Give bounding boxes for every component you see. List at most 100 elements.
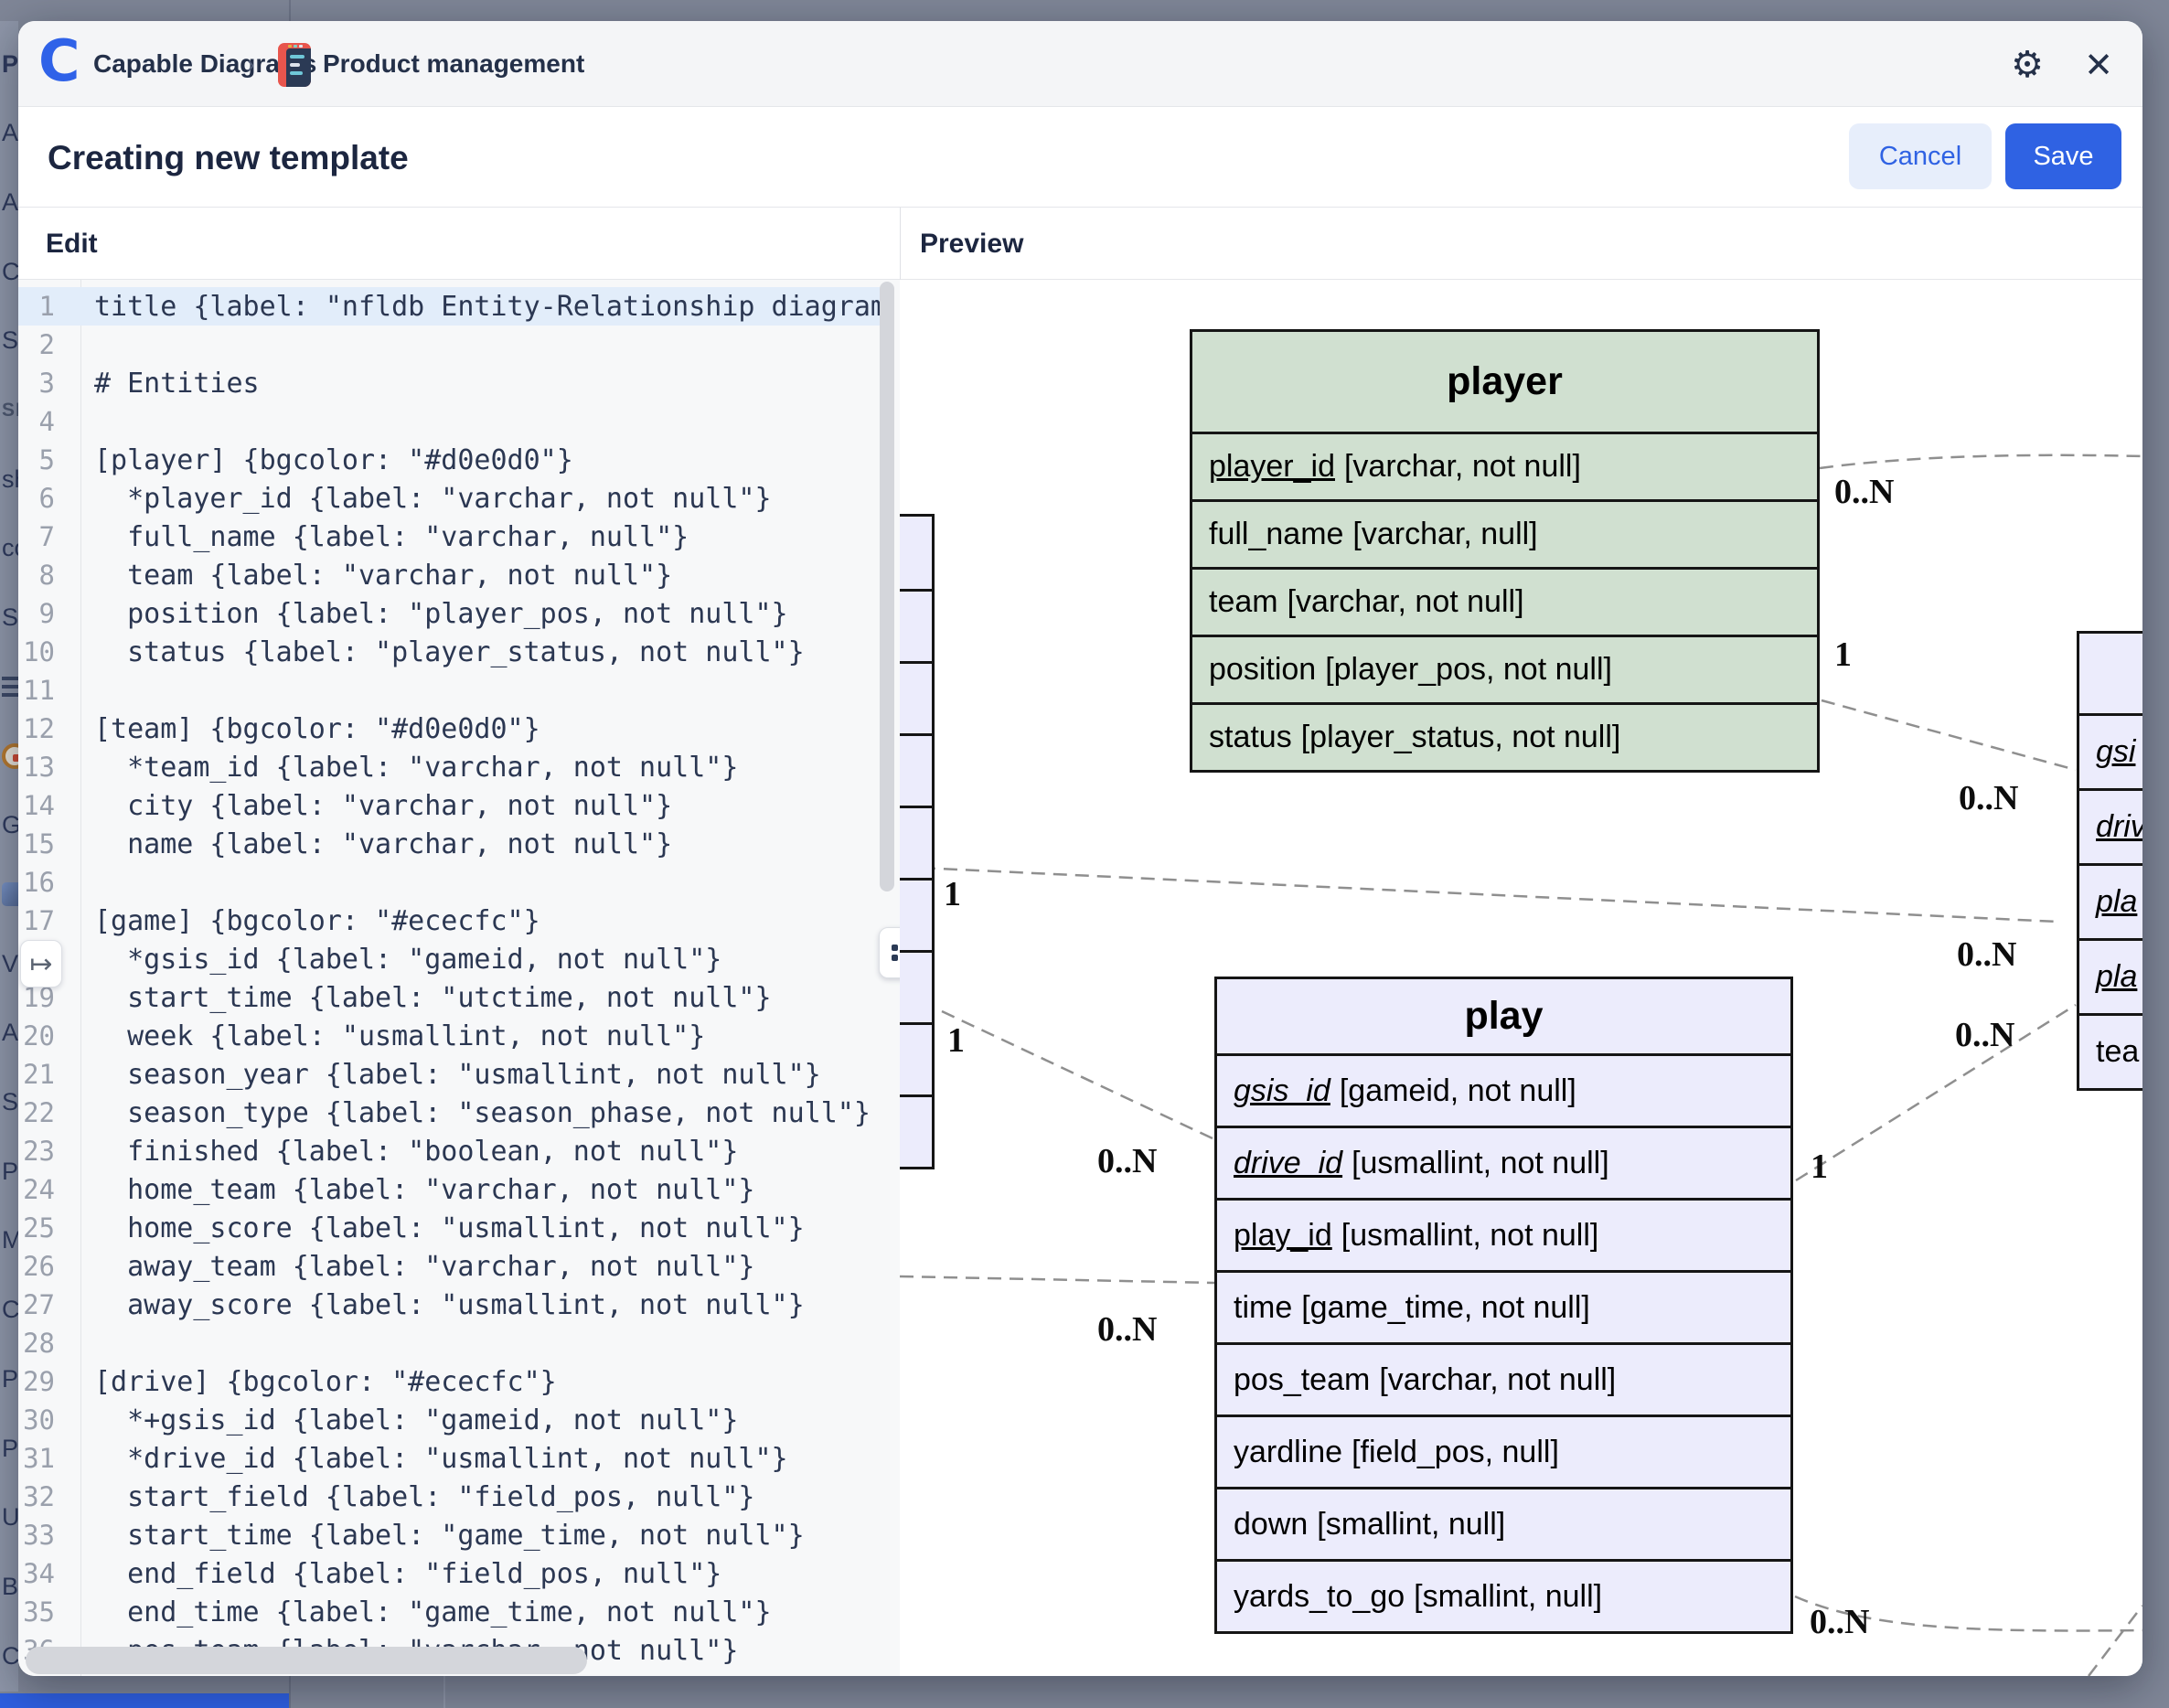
line-text: *drive_id {label: "usmallint, not null"} (94, 1443, 788, 1475)
menu-lines-icon[interactable] (2, 667, 18, 706)
background-nav-item[interactable]: SH (2, 391, 18, 430)
line-number: 20 (18, 1020, 55, 1051)
close-icon[interactable]: ✕ (2076, 42, 2121, 88)
background-nav-item[interactable]: An (2, 1014, 18, 1052)
save-button[interactable]: Save (2005, 123, 2121, 189)
code-line: 29[drive] {bgcolor: "#ececfc"} (18, 1362, 883, 1401)
entity-row (900, 661, 932, 733)
image-icon[interactable] (2, 875, 18, 913)
field-type: [game_time, not null] (1301, 1290, 1590, 1326)
entity-row (900, 878, 932, 950)
relation-line-play-righttable (1796, 1005, 2076, 1180)
background-nav-item[interactable]: M (2, 1222, 18, 1260)
breadcrumb-page[interactable]: Product management (323, 21, 584, 107)
background-nav-item[interactable]: Pr (2, 1360, 18, 1398)
line-text: away_score {label: "usmallint, not null"… (94, 1289, 805, 1321)
cardinality-label: 1 (947, 1020, 965, 1061)
product-management-icon (278, 43, 311, 87)
entity-row (900, 1022, 932, 1094)
field-name: team (1209, 584, 1278, 620)
compass-icon[interactable] (2, 737, 18, 775)
cardinality-label: 1 (1834, 635, 1852, 675)
background-nav-item[interactable]: Co (2, 252, 18, 291)
line-number: 5 (18, 444, 55, 475)
background-nav-item[interactable]: sho (2, 460, 18, 498)
code-line: 7 full_name {label: "varchar, null"} (18, 518, 883, 556)
entity-row (900, 950, 932, 1022)
line-text: home_score {label: "usmallint, not null"… (94, 1212, 805, 1244)
background-nav-item[interactable]: Pr (2, 1429, 18, 1468)
line-number: 26 (18, 1251, 55, 1282)
line-number: 34 (18, 1558, 55, 1589)
field-type: [varchar, not null] (1344, 449, 1581, 485)
background-nav-item[interactable]: By (2, 1567, 18, 1606)
background-nav-item[interactable]: Pr (2, 1152, 18, 1190)
code-line: 30 *+gsis_id {label: "gameid, not null"} (18, 1401, 883, 1439)
code-line: 26 away_team {label: "varchar, not null"… (18, 1247, 883, 1286)
background-nav-item[interactable]: Sp (2, 322, 18, 360)
background-nav-item[interactable]: Ar (2, 183, 18, 221)
background-nav-item[interactable]: Se (2, 1084, 18, 1122)
field-name: player_id (1209, 449, 1335, 485)
editor-horizontal-scrollbar[interactable] (26, 1647, 587, 1674)
field-name: yards_to_go (1234, 1579, 1405, 1615)
code-line: 23 finished {label: "boolean, not null"} (18, 1132, 883, 1170)
diagram-preview: 0..N 1 0..N 1 0..N 1 0..N 0..N 1 0..N 0.… (900, 280, 2142, 1676)
screen: Pr Al Ar Co Sp SH sho co Se Ge Vi An Se Pr M Cl Pr Pr Ul By… (0, 0, 2169, 1708)
settings-gear-icon[interactable]: ⚙ (2004, 42, 2050, 88)
line-number: 27 (18, 1289, 55, 1320)
cardinality-label: 0..N (1957, 934, 2016, 975)
editor-vertical-scrollbar[interactable] (880, 282, 894, 891)
code-line: 19 start_time {label: "utctime, not null… (18, 978, 883, 1017)
entity-row: play_id[usmallint, not null] (1217, 1198, 1790, 1270)
entity-row (900, 733, 932, 806)
code-line: 17[game] {bgcolor: "#ececfc"} (18, 902, 883, 940)
code-line: 6 *player_id {label: "varchar, not null"… (18, 479, 883, 518)
code-lines: 1title {label: "nfldb Entity-Relationshi… (18, 287, 900, 1670)
template-code-editor[interactable]: 1title {label: "nfldb Entity-Relationshi… (18, 280, 900, 1676)
line-number: 4 (18, 406, 55, 437)
background-nav-item[interactable]: Vi (2, 945, 18, 983)
cardinality-label: 0..N (1097, 1309, 1157, 1350)
entity-title (900, 517, 932, 589)
background-nav-item[interactable]: Pr (2, 45, 18, 83)
entity-title: play (1217, 979, 1790, 1053)
background-nav-item[interactable]: co (2, 529, 18, 568)
entity-row (900, 1094, 932, 1167)
cancel-button[interactable]: Cancel (1849, 123, 1992, 189)
entity-row: team [varchar, not null] (1192, 567, 1817, 635)
entity-row: player_id[varchar, not null] (1192, 432, 1817, 499)
background-nav-item[interactable]: Al (2, 114, 18, 153)
code-line: 3# Entities (18, 364, 883, 402)
expand-sidebar-button[interactable]: ↦ (20, 940, 62, 987)
line-text: *gsis_id {label: "gameid, not null"} (94, 944, 721, 976)
background-nav-item[interactable]: Ul (2, 1499, 18, 1537)
line-text: season_type {label: "season_phase, not n… (94, 1097, 871, 1129)
entity-table-play: play gsis_id[gameid, not null]drive_id[u… (1214, 977, 1793, 1634)
line-text: away_team {label: "varchar, not null"} (94, 1251, 754, 1283)
background-nav-item[interactable]: Cl (2, 1291, 18, 1329)
line-text: [game] {bgcolor: "#ececfc"} (94, 905, 540, 937)
line-text: full_name {label: "varchar, null"} (94, 521, 689, 553)
entity-row: yardline [field_pos, null] (1217, 1414, 1790, 1487)
background-nav-item[interactable]: Ge (2, 806, 18, 845)
line-number: 14 (18, 790, 55, 821)
field-type: [usmallint, not null] (1352, 1146, 1609, 1181)
code-line: 2 (18, 326, 883, 364)
background-divider (443, 1676, 445, 1708)
field-type: [field_pos, null] (1352, 1435, 1559, 1470)
field-name: yardline (1234, 1435, 1342, 1470)
code-line: 28 (18, 1324, 883, 1362)
background-nav-item[interactable]: Ca (2, 1637, 18, 1675)
background-nav-item[interactable]: Se (2, 599, 18, 637)
line-number: 23 (18, 1136, 55, 1167)
code-line: 24 home_team {label: "varchar, not null"… (18, 1170, 883, 1209)
line-text: start_field {label: "field_pos, null"} (94, 1481, 754, 1513)
line-text: finished {label: "boolean, not null"} (94, 1136, 738, 1168)
field-name: pos_team (1234, 1362, 1370, 1398)
field-type: [varchar, not null] (1288, 584, 1524, 620)
field-type: [player_status, not null] (1301, 720, 1621, 755)
cardinality-label: 0..N (1959, 778, 2018, 818)
line-text: end_field {label: "field_pos, null"} (94, 1558, 721, 1590)
relation-line-hidden-play (900, 1276, 1214, 1283)
